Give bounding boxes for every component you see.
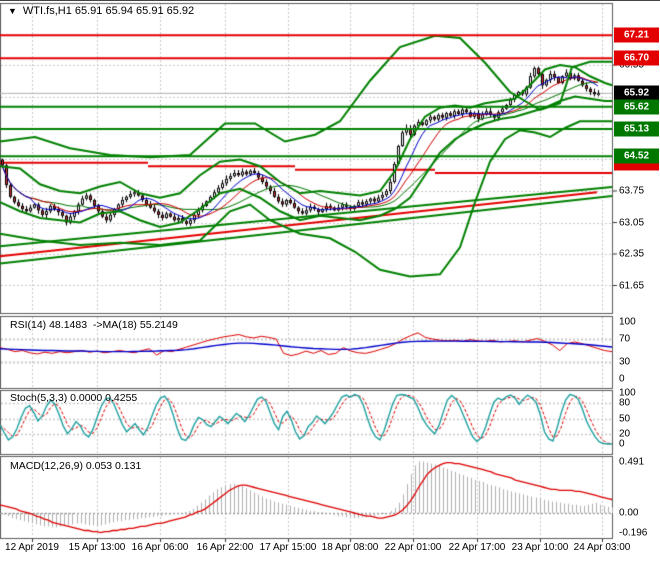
trading-chart-window: ▼ WTI.fs,H1 65.91 65.94 65.91 65.92 RSI(…	[0, 0, 660, 561]
price-tick-label: 63.75	[619, 185, 645, 197]
stoch-tick-label: 50	[619, 413, 631, 424]
price-tick-label: 62.35	[619, 248, 645, 260]
chart-title-bar: ▼ WTI.fs,H1 65.91 65.94 65.91 65.92	[8, 5, 194, 17]
chart-canvas[interactable]	[0, 1, 660, 561]
macd-label: MACD(12,26,9) 0.053 0.131	[10, 460, 142, 472]
time-axis-label: 15 Apr 13:00	[68, 542, 126, 553]
rsi-tick-label: 0	[619, 373, 625, 385]
time-axis-label: 18 Apr 08:00	[321, 542, 379, 553]
level-badge-65.13: 65.13	[614, 121, 659, 137]
price-tick-label: 61.65	[619, 280, 645, 291]
time-axis-label: 24 Apr 03:00	[573, 542, 631, 553]
time-axis-label: 22 Apr 17:00	[448, 542, 506, 553]
price-tick-label: 63.05	[619, 217, 645, 228]
level-badge-64.52: 64.52	[614, 148, 659, 164]
rsi-label: RSI(14) 48.1483 ->MA(18) 55.2149	[10, 319, 178, 331]
stoch-label: Stoch(5,3,3) 0.0000 0.4255	[10, 392, 138, 404]
rsi-tick-label: 70	[619, 333, 631, 345]
rsi-tick-label: 100	[619, 316, 636, 328]
rsi-tick-label: 30	[619, 356, 631, 368]
macd-tick-label: -0.196	[619, 527, 648, 539]
time-axis-label: 16 Apr 06:00	[131, 542, 189, 553]
time-axis-label: 12 Apr 2019	[5, 542, 59, 553]
level-badge-67.21: 67.21	[614, 27, 659, 43]
macd-tick-label: 0.00	[619, 507, 639, 519]
level-badge-66.70: 66.70	[614, 50, 659, 66]
level-badge-65.62: 65.62	[614, 99, 659, 115]
stoch-tick-label: 0	[619, 438, 625, 450]
symbol-dropdown-icon[interactable]: ▼	[8, 6, 17, 16]
time-axis-label: 16 Apr 22:00	[196, 542, 254, 553]
time-axis-label: 22 Apr 01:00	[384, 542, 442, 553]
stoch-tick-label: 80	[619, 397, 631, 409]
macd-tick-label: 0.491	[619, 456, 645, 468]
time-axis-label: 23 Apr 10:00	[511, 542, 569, 553]
chart-title: WTI.fs,H1 65.91 65.94 65.91 65.92	[22, 5, 195, 17]
time-axis-label: 17 Apr 15:00	[259, 542, 317, 553]
